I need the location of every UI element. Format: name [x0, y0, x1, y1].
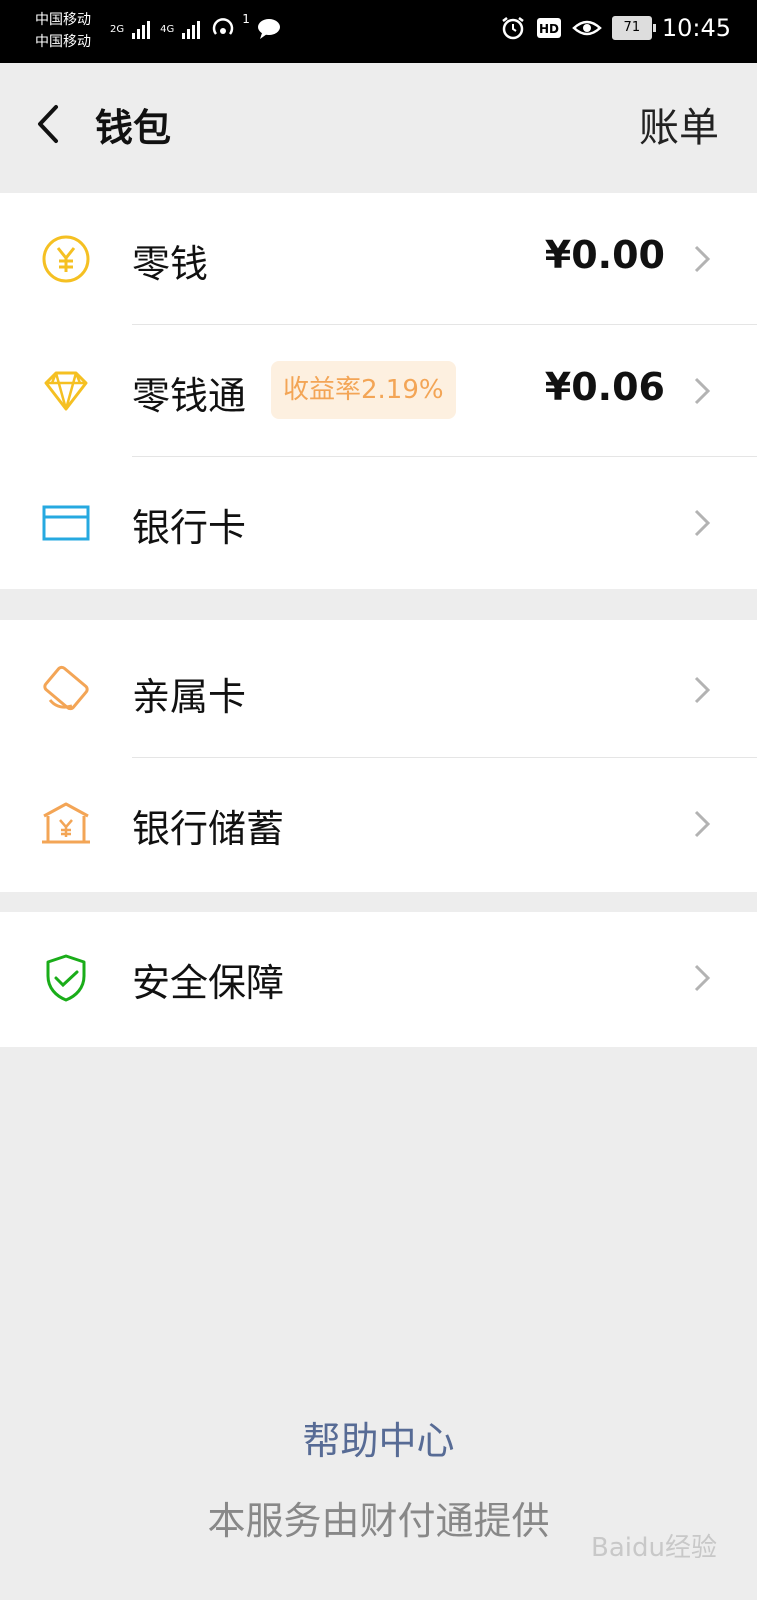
item-amount: ¥0.00 — [544, 233, 665, 277]
family-card-icon — [43, 665, 89, 711]
chevron-right-icon — [694, 509, 711, 537]
bank-card-icon — [42, 505, 90, 541]
yen-coin-icon — [42, 235, 90, 283]
list-item-family-card[interactable]: 亲属卡 — [0, 620, 757, 758]
eye-comfort-icon — [571, 20, 602, 36]
back-arrow-icon[interactable] — [30, 99, 70, 149]
list-item-bank-card[interactable]: 银行卡 — [0, 457, 757, 589]
carrier-2: 中国移动 — [35, 34, 91, 50]
wallet-group-2: 亲属卡 银行储蓄 — [0, 620, 757, 892]
signal-icons: 2G 4G 1 — [110, 12, 282, 42]
list-item-change-plus[interactable]: 零钱通 收益率2.19% ¥0.06 — [0, 325, 757, 457]
network-2g-label: 2G — [110, 23, 125, 35]
status-bar: 中国移动 中国移动 2G 4G 1 HD 71 10:45 — [0, 0, 757, 63]
list-item-change[interactable]: 零钱 ¥0.00 — [0, 193, 757, 325]
item-amount: ¥0.06 — [544, 365, 665, 409]
list-item-security[interactable]: 安全保障 — [0, 912, 757, 1047]
chevron-right-icon — [694, 676, 711, 704]
list-item-bank-savings[interactable]: 银行储蓄 — [0, 758, 757, 892]
chevron-right-icon — [694, 245, 711, 273]
carrier-info: 中国移动 中国移动 — [35, 9, 91, 53]
svg-text:HD: HD — [539, 22, 559, 36]
item-label: 银行储蓄 — [132, 807, 285, 851]
item-label: 安全保障 — [132, 961, 285, 1005]
chevron-right-icon — [694, 377, 711, 405]
item-label: 零钱 — [132, 242, 209, 286]
diamond-icon — [44, 371, 88, 411]
bank-savings-icon — [42, 802, 90, 844]
battery-indicator: 71 — [611, 16, 656, 40]
wallet-group-3: 安全保障 — [0, 912, 757, 1047]
wallet-group-1: 零钱 ¥0.00 零钱通 收益率2.19% ¥0.06 银行卡 — [0, 193, 757, 589]
signal-icon — [182, 21, 201, 39]
help-center-link[interactable]: 帮助中心 — [0, 1410, 757, 1465]
hd-icon: HD — [536, 18, 561, 38]
signal-icon — [132, 21, 151, 39]
page-title: 钱包 — [95, 106, 172, 150]
chevron-right-icon — [694, 810, 711, 838]
status-right: HD 71 10:45 — [500, 14, 731, 42]
item-label: 零钱通 — [132, 374, 247, 418]
chat-icon — [257, 19, 280, 39]
shield-check-icon — [46, 954, 86, 1002]
item-label: 银行卡 — [132, 506, 247, 550]
clock: 10:45 — [661, 14, 731, 42]
alarm-icon — [502, 17, 524, 40]
network-4g-label: 4G — [160, 23, 175, 35]
bill-button[interactable]: 账单 — [639, 95, 719, 153]
hotspot-icon — [213, 18, 234, 35]
yield-rate-badge: 收益率2.19% — [271, 361, 456, 419]
item-label: 亲属卡 — [132, 675, 247, 719]
nav-bar: 钱包 账单 — [0, 63, 757, 193]
carrier-1: 中国移动 — [35, 12, 91, 28]
hotspot-count: 1 — [242, 12, 250, 26]
chevron-right-icon — [694, 964, 711, 992]
watermark: Baidu经验 — [591, 1533, 717, 1563]
